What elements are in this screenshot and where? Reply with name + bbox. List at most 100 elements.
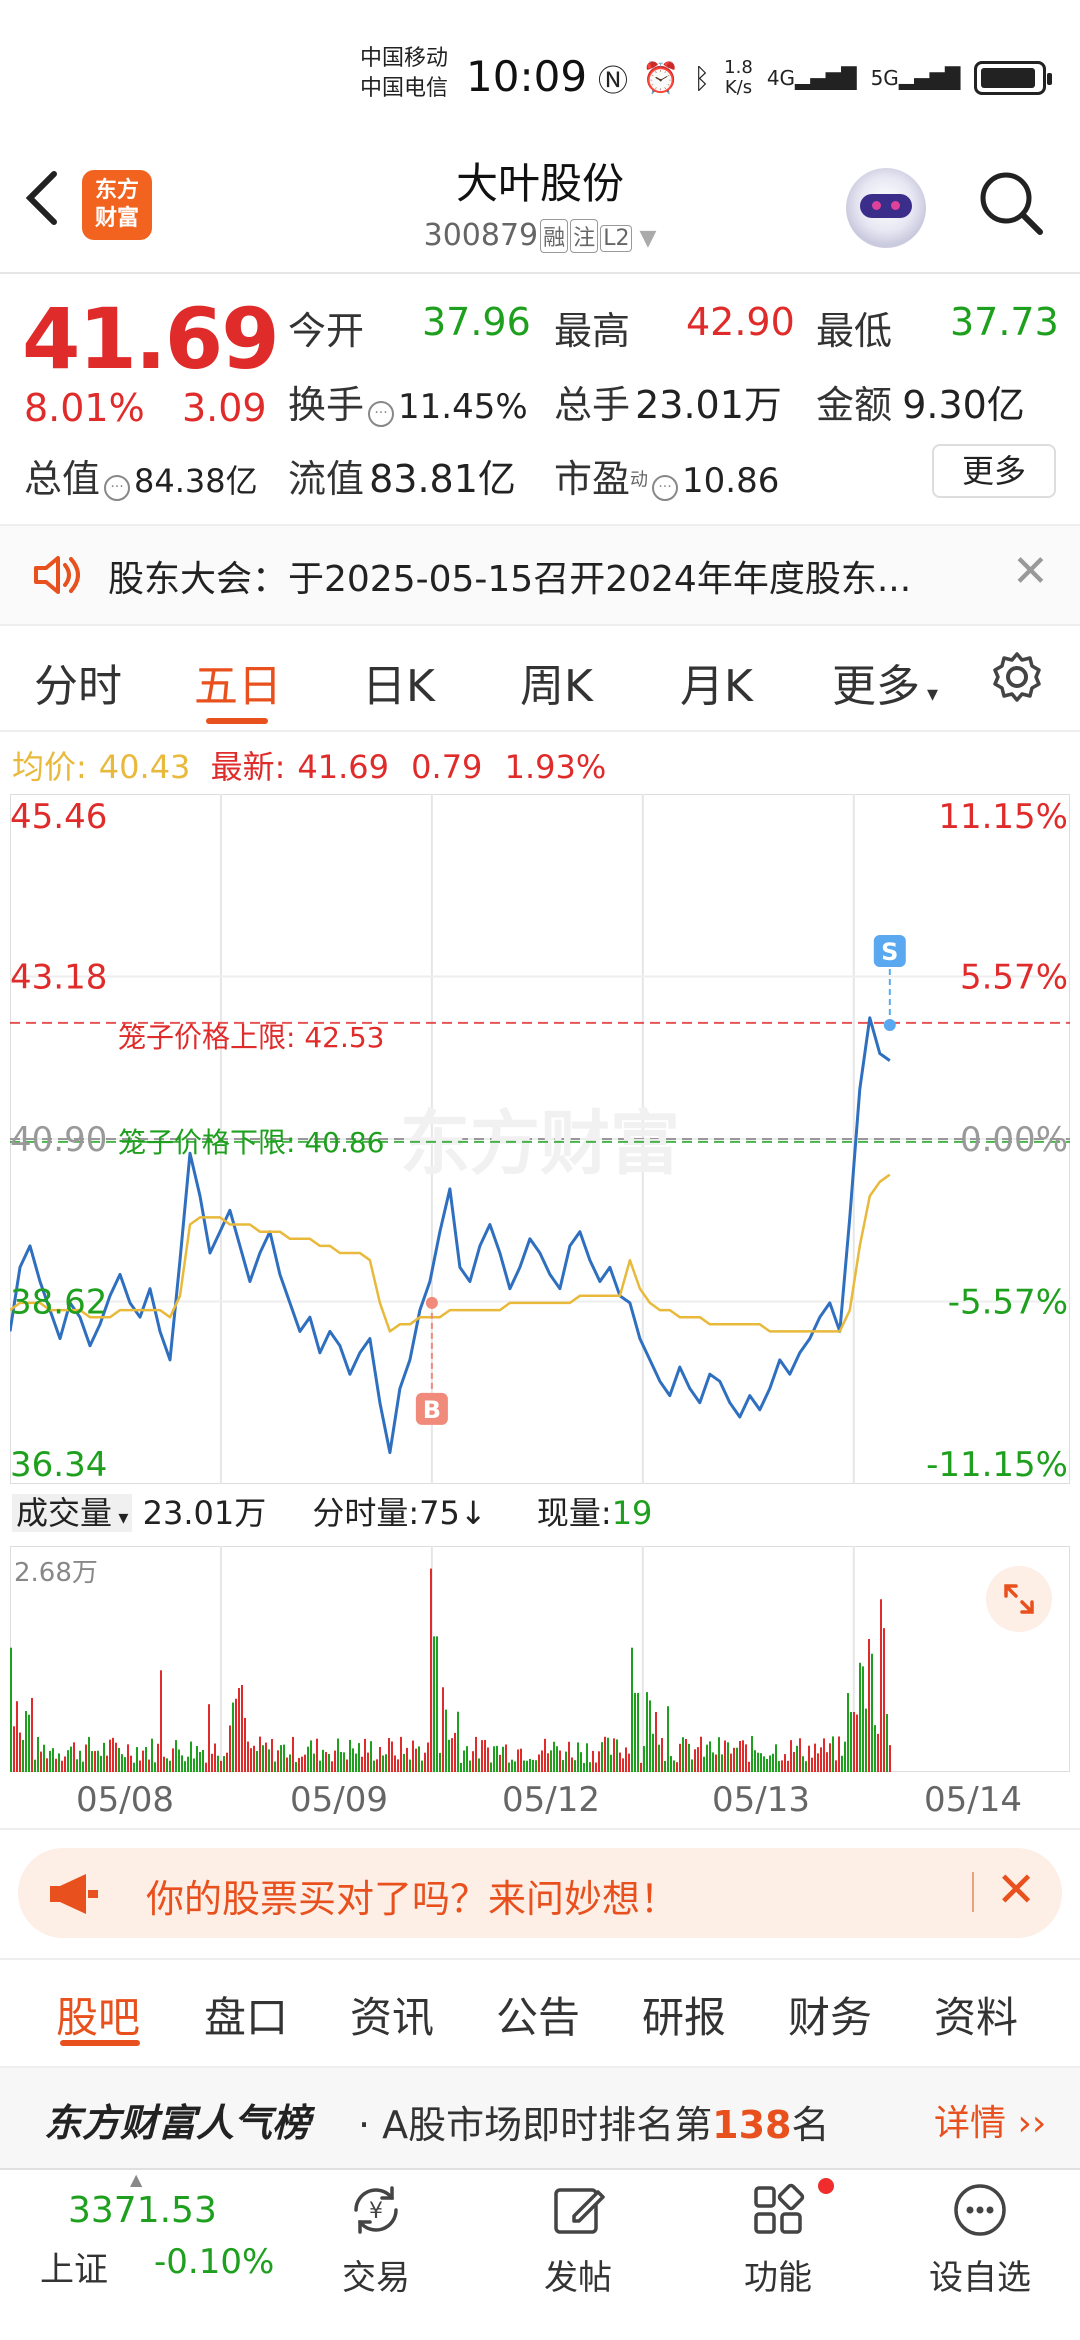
- amount-stat: 金额 9.30亿: [816, 383, 1025, 427]
- volume-bar: [700, 1736, 702, 1772]
- tab-more[interactable]: 更多 ▾: [832, 650, 938, 714]
- volume-bar: [682, 1737, 684, 1772]
- volume-bar: [142, 1750, 144, 1772]
- volume-bar: [853, 1711, 855, 1772]
- nav-add-watchlist[interactable]: 设自选: [900, 2172, 1060, 2299]
- tab-profile[interactable]: 资料: [934, 1984, 1018, 2045]
- gear-icon: [993, 652, 1041, 702]
- tab-five-day[interactable]: 五日: [194, 650, 282, 714]
- volume-stat: 总手 23.01万: [554, 383, 782, 427]
- chart-settings-button[interactable]: [990, 650, 1044, 704]
- search-icon: [980, 172, 1043, 235]
- volume-bar: [808, 1745, 810, 1772]
- mktcap-stat[interactable]: 总值 ··· 84.38亿: [24, 448, 258, 503]
- volume-bar: [628, 1753, 630, 1772]
- notice-text[interactable]: 股东大会：于2025-05-15召开2024年年度股东...: [108, 550, 911, 602]
- volume-bar: [58, 1753, 60, 1772]
- volume-bar: [505, 1744, 507, 1772]
- volume-bar: [592, 1750, 594, 1772]
- volume-bar: [478, 1758, 480, 1772]
- volume-bar: [247, 1741, 249, 1772]
- volume-bar: [226, 1752, 228, 1772]
- volume-bar: [271, 1739, 273, 1772]
- index-value[interactable]: 3371.53: [68, 2190, 217, 2231]
- volume-bar: [805, 1761, 807, 1772]
- tab-pankou[interactable]: 盘口: [204, 1984, 288, 2045]
- volume-bar: [316, 1738, 318, 1772]
- volume-bar: [727, 1742, 729, 1772]
- volume-dropdown[interactable]: 成交量 ▾: [12, 1494, 133, 1532]
- cage-limit-label: 笼子价格上限: 42.53: [118, 1021, 385, 1054]
- volume-bar: [625, 1747, 627, 1772]
- volume-bar: [196, 1746, 198, 1772]
- bottom-tab-indicator: [60, 2040, 140, 2046]
- volume-bar: [784, 1754, 786, 1772]
- close-icon[interactable]: ✕: [996, 1862, 1036, 1918]
- tab-announcements[interactable]: 公告: [496, 1984, 580, 2045]
- y-pct-tick-label: -11.15%: [926, 1445, 1068, 1484]
- tab-guba[interactable]: 股吧: [56, 1984, 140, 2045]
- nav-functions[interactable]: 功能: [698, 2172, 858, 2299]
- volume-bar: [175, 1740, 177, 1772]
- volume-bar: [781, 1760, 783, 1772]
- volume-bar: [670, 1756, 672, 1772]
- volume-bar: [490, 1762, 492, 1772]
- volume-bar: [121, 1754, 123, 1772]
- volume-bar: [73, 1742, 75, 1772]
- turnover-stat[interactable]: 换手 ··· 11.45%: [288, 374, 528, 429]
- volume-bar: [286, 1757, 288, 1772]
- expand-chart-button[interactable]: [986, 1566, 1052, 1632]
- volume-bar: [697, 1747, 699, 1772]
- info-icon: ···: [104, 474, 131, 501]
- trade-marker-dot: [883, 1018, 896, 1031]
- volume-bar: [562, 1760, 564, 1772]
- tab-research[interactable]: 研报: [642, 1984, 726, 2045]
- robot-avatar-icon[interactable]: [846, 168, 926, 248]
- tab-daily-k[interactable]: 日K: [362, 650, 435, 714]
- volume-bar: [721, 1754, 723, 1772]
- volume-bar: [766, 1758, 768, 1772]
- volume-bar: [235, 1698, 237, 1772]
- volume-bar: [514, 1761, 516, 1772]
- price-chart[interactable]: 东方财富 笼子价格上限: 42.53 笼子价格下限: 40.86 B S 45.46 43.…: [10, 794, 1070, 1484]
- index-change[interactable]: -0.10%: [154, 2242, 274, 2282]
- volume-bar: [778, 1761, 780, 1772]
- volume-bar: [313, 1753, 315, 1772]
- volume-bar: [274, 1761, 276, 1772]
- date-label: 05/09: [290, 1780, 388, 1820]
- volume-bar: [466, 1746, 468, 1772]
- bluetooth-icon: ᛒ: [693, 61, 711, 95]
- tab-finance[interactable]: 财务: [788, 1984, 872, 2045]
- volume-bar: [136, 1747, 138, 1772]
- close-icon[interactable]: ✕: [1012, 546, 1049, 597]
- notification-dot: [818, 2178, 834, 2194]
- tab-intraday[interactable]: 分时: [34, 650, 122, 714]
- volume-bar: [709, 1741, 711, 1772]
- volume-bar: [598, 1751, 600, 1772]
- volume-chart[interactable]: [10, 1546, 1070, 1772]
- volume-bar: [676, 1762, 678, 1772]
- volume-bar: [277, 1750, 279, 1772]
- tab-weekly-k[interactable]: 周K: [520, 650, 593, 714]
- nav-post[interactable]: 发帖: [498, 2172, 658, 2299]
- ad-text[interactable]: 你的股票买对了吗？来问妙想！: [146, 1868, 678, 1923]
- volume-bar: [322, 1749, 324, 1772]
- volume-bar: [187, 1756, 189, 1772]
- nav-trade[interactable]: ¥ 交易: [296, 2172, 456, 2299]
- pe-stat[interactable]: 市盈动 ··· 10.86: [554, 448, 779, 503]
- change-amount: 3.09: [182, 386, 267, 430]
- tab-news[interactable]: 资讯: [350, 1984, 434, 2045]
- rank-details-link[interactable]: 详情 ››: [934, 2094, 1046, 2146]
- search-button[interactable]: [976, 168, 1046, 238]
- volume-bar: [802, 1756, 804, 1772]
- volume-bar: [376, 1759, 378, 1772]
- volume-bar: [67, 1750, 69, 1772]
- cage-limit-label: 笼子价格下限: 40.86: [118, 1126, 385, 1159]
- volume-bar: [403, 1753, 405, 1772]
- volume-bar: [613, 1738, 615, 1772]
- tab-monthly-k[interactable]: 月K: [680, 650, 753, 714]
- volume-bar: [133, 1762, 135, 1772]
- dropdown-icon: ▾: [920, 682, 939, 707]
- more-stats-button[interactable]: 更多: [932, 444, 1056, 498]
- index-name[interactable]: 上证: [40, 2242, 108, 2291]
